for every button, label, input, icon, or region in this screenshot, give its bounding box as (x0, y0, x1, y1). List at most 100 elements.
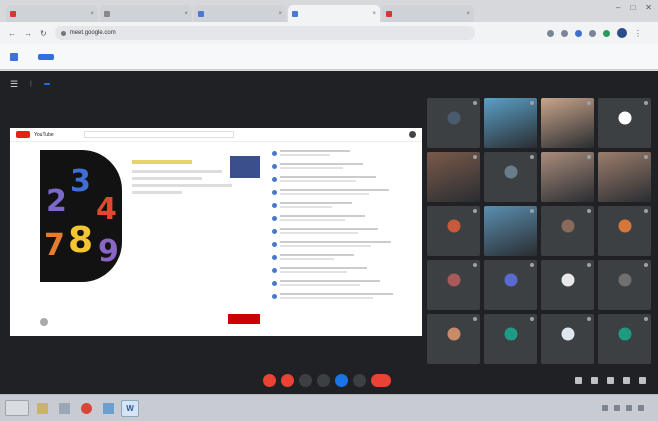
browser-tab[interactable]: × (100, 5, 192, 22)
taskbar-app[interactable] (55, 400, 73, 417)
tab-favicon-icon (10, 10, 16, 17)
sidebar-video-item[interactable] (272, 254, 418, 260)
sidebar-video-item[interactable] (272, 267, 418, 273)
participant-tile[interactable] (541, 260, 594, 310)
browser-tab[interactable]: × (382, 5, 474, 22)
sidebar-video-item[interactable] (272, 215, 418, 221)
allow-button[interactable] (38, 53, 54, 60)
lock-icon[interactable] (639, 377, 646, 384)
taskbar-app-chrome[interactable] (77, 400, 95, 417)
sidebar-video-item[interactable] (272, 176, 418, 182)
participant-tile[interactable] (598, 98, 651, 148)
maximize-icon[interactable]: □ (630, 3, 635, 12)
network-icon[interactable] (626, 405, 632, 411)
back-icon[interactable]: ← (8, 29, 16, 38)
participant-tile[interactable] (541, 152, 594, 202)
participant-tile[interactable] (427, 314, 480, 364)
reload-icon[interactable]: ↻ (40, 29, 47, 38)
camera-icon[interactable] (547, 29, 554, 37)
mic-status-icon (644, 155, 648, 159)
camera-off-icon[interactable] (281, 374, 294, 387)
people-icon[interactable] (591, 377, 598, 384)
video-item-text (280, 280, 380, 286)
taskbar-app[interactable] (99, 400, 117, 417)
participant-tile[interactable] (541, 314, 594, 364)
tray-icon[interactable] (602, 405, 608, 411)
close-tab-icon[interactable]: × (372, 11, 376, 17)
participant-tile[interactable] (598, 260, 651, 310)
kebab-menu-icon[interactable]: ⋮ (634, 29, 642, 38)
captions-icon[interactable] (299, 374, 312, 387)
extension-icon[interactable] (603, 29, 610, 37)
start-button[interactable] (5, 400, 29, 416)
participant-tile[interactable] (484, 152, 537, 202)
subscribe-button[interactable] (228, 314, 260, 324)
info-icon[interactable] (575, 377, 582, 384)
participant-tile[interactable] (427, 98, 480, 148)
participant-tile[interactable] (484, 98, 537, 148)
participant-tile[interactable] (541, 98, 594, 148)
browser-toolbar: ← → ↻ meet.google.com ⋮ (0, 22, 658, 44)
header-separator: | (30, 81, 32, 87)
participant-video (427, 152, 480, 202)
channel-avatar (40, 318, 48, 326)
minimize-icon[interactable]: – (616, 3, 620, 12)
star-icon[interactable] (561, 29, 568, 37)
sidebar-video-item[interactable] (272, 202, 418, 208)
participant-tile[interactable] (484, 206, 537, 256)
browser-tab[interactable]: × (194, 5, 286, 22)
close-tab-icon[interactable]: × (278, 11, 282, 17)
video-item-text (280, 202, 352, 208)
sidebar-video-item[interactable] (272, 163, 418, 169)
mic-status-icon (587, 209, 591, 213)
youtube-header: YouTube (10, 128, 422, 142)
forward-icon[interactable]: → (24, 29, 32, 38)
participant-tile[interactable] (484, 260, 537, 310)
mic-status-icon (587, 155, 591, 159)
browser-tab[interactable]: × (288, 5, 380, 22)
sidebar-video-item[interactable] (272, 189, 418, 195)
participant-tile[interactable] (427, 260, 480, 310)
participant-tile[interactable] (484, 314, 537, 364)
side-controls (575, 377, 646, 384)
sidebar-video-item[interactable] (272, 293, 418, 299)
participant-tile[interactable] (541, 206, 594, 256)
activities-icon[interactable] (623, 377, 630, 384)
participant-avatar (561, 273, 574, 287)
browser-tab[interactable]: × (6, 5, 98, 22)
info-icon (10, 52, 18, 61)
close-window-icon[interactable]: ✕ (645, 3, 652, 12)
mic-off-icon[interactable] (263, 374, 276, 387)
sidebar-video-item[interactable] (272, 228, 418, 234)
extension-icon[interactable] (589, 29, 596, 37)
taskbar-app-explorer[interactable] (33, 400, 51, 417)
mic-status-icon (530, 101, 534, 105)
sidebar-video-item[interactable] (272, 241, 418, 247)
participant-tile[interactable] (427, 206, 480, 256)
close-tab-icon[interactable]: × (90, 11, 94, 17)
participant-tile[interactable] (598, 314, 651, 364)
tray-icon[interactable] (614, 405, 620, 411)
close-tab-icon[interactable]: × (466, 11, 470, 17)
sidebar-video-item[interactable] (272, 150, 418, 156)
menu-icon[interactable]: ☰ (10, 79, 18, 90)
volume-icon[interactable] (638, 405, 644, 411)
chat-icon[interactable] (607, 377, 614, 384)
participant-tile[interactable] (427, 152, 480, 202)
present-icon[interactable] (335, 374, 348, 387)
leave-call-button[interactable] (371, 374, 391, 387)
video-item-text (280, 163, 363, 169)
taskbar-app-word[interactable]: W (121, 399, 139, 417)
sidebar-video-item[interactable] (272, 280, 418, 286)
extension-icon[interactable] (575, 29, 582, 37)
profile-avatar[interactable] (617, 28, 627, 38)
participant-tile[interactable] (598, 206, 651, 256)
raise-hand-icon[interactable] (317, 374, 330, 387)
participant-tile[interactable] (598, 152, 651, 202)
video-item-text (280, 267, 367, 273)
more-options-icon[interactable] (353, 374, 366, 387)
youtube-avatar (409, 131, 416, 138)
close-tab-icon[interactable]: × (184, 11, 188, 17)
address-bar[interactable]: meet.google.com (54, 26, 475, 40)
number-3: 3 (70, 164, 91, 199)
